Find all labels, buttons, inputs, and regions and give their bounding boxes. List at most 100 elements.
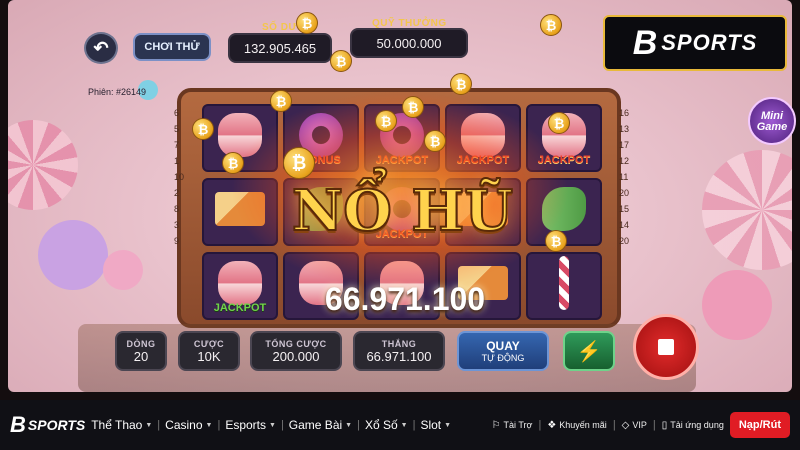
nav-item-label: Casino (165, 418, 203, 432)
jackpot-win-title: NỔ HŨ (291, 177, 514, 245)
lines-selector[interactable]: DÒNG 20 (115, 331, 167, 371)
footer-logo-mark: B (10, 412, 26, 437)
footer-logo-text: SPORTS (27, 417, 86, 433)
download-app-label: Tải ứng dụng (670, 420, 724, 430)
lines-value: 20 (133, 348, 149, 364)
session-id: Phiên: #26149 (88, 87, 147, 97)
bitcoin-coin-icon: ₿ (283, 147, 315, 179)
payline-right-number: 20 (619, 236, 630, 246)
nav-item[interactable]: Esports ▼ (225, 418, 276, 432)
nav-item[interactable]: Slot ▼ (420, 418, 451, 432)
brand-logo-text: SPORTS (661, 30, 758, 55)
payline-left-number: 9 (174, 236, 180, 246)
lines-label: DÒNG (126, 338, 156, 349)
payline-left-number: 8 (174, 204, 180, 214)
auto-spin-sublabel: TỰ ĐỘNG (481, 353, 525, 363)
bitcoin-coin-icon: ₿ (330, 50, 352, 72)
arrow-left-icon: ↶ (93, 37, 109, 58)
chevron-down-icon: ▼ (400, 421, 408, 429)
bitcoin-coin-icon: ₿ (545, 230, 567, 252)
badge-icon: ⚐ (491, 419, 501, 431)
win-label: THẮNG (381, 338, 417, 349)
bet-label: CƯỢC (193, 338, 225, 349)
diamond-icon: ◇ (621, 419, 630, 431)
payline-left-number: 3 (174, 220, 180, 230)
vip-link[interactable]: ◇ VIP (622, 420, 647, 431)
promotion-label: Khuyến mãi (559, 420, 607, 430)
mini-game-button[interactable]: Mini Game (748, 97, 796, 145)
divider: | (652, 419, 656, 431)
main-nav: Thể Thao ▼ | Casino ▼ | Esports ▼ | Game Bài ▼ | Xổ … (91, 418, 451, 432)
payline-left-number: 10 (174, 172, 185, 182)
bitcoin-coin-icon: ₿ (548, 112, 570, 134)
bet-value: 10K (197, 348, 221, 364)
payline-right-number: 12 (619, 156, 630, 166)
deposit-withdraw-button[interactable]: Nạp/Rút (729, 412, 790, 438)
turbo-button[interactable]: ⚡ (563, 331, 615, 371)
divider: | (357, 419, 360, 431)
bet-selector[interactable]: CƯỢC 10K (178, 331, 240, 371)
download-app-link[interactable]: ▯ Tải ứng dụng (662, 420, 724, 431)
jackpot-value: 50.000.000 (350, 28, 468, 58)
trial-play-button[interactable]: CHƠI THỬ (133, 33, 211, 61)
payline-right-number: 13 (619, 124, 630, 134)
payline-left-number: 7 (174, 140, 180, 150)
balance-label: SỐ DƯ (262, 22, 298, 33)
lollipop-symbol-icon (559, 255, 569, 310)
bitcoin-coin-icon: ₿ (424, 130, 446, 152)
chevron-down-icon: ▼ (145, 421, 153, 429)
bitcoin-coin-icon: ₿ (540, 14, 562, 36)
back-button[interactable]: ↶ (84, 32, 118, 64)
payline-right-number: 20 (619, 188, 630, 198)
nav-item[interactable]: Casino ▼ (165, 418, 212, 432)
chevron-down-icon: ▼ (269, 421, 276, 429)
sponsor-label: Tài Trợ (503, 420, 533, 430)
stop-icon (658, 339, 674, 355)
promotion-link[interactable]: ❖ Khuyến mãi (547, 420, 607, 431)
payline-left-number: 1 (174, 156, 180, 166)
reel-cell (526, 252, 602, 320)
payline-left-number: 2 (174, 188, 180, 198)
divider: | (538, 419, 542, 431)
bitcoin-coin-icon: ₿ (270, 90, 292, 112)
stop-spin-button[interactable] (633, 314, 699, 380)
divider: | (612, 419, 616, 431)
nav-item[interactable]: Thể Thao ▼ (91, 418, 152, 432)
divider: | (412, 419, 416, 431)
macaron-symbol-icon (218, 260, 262, 305)
brand-logo-mark: B (632, 23, 658, 62)
lollipop-decoration (702, 150, 792, 270)
vip-label: VIP (632, 420, 647, 430)
nav-item-label: Slot (420, 418, 442, 432)
nav-item[interactable]: Game Bài ▼ (289, 418, 352, 432)
chevron-down-icon: ▼ (345, 421, 353, 429)
payline-right-number: 14 (619, 220, 630, 230)
candy-ball-decoration (702, 270, 772, 340)
sponsor-link[interactable]: ⚐ Tài Trợ (492, 420, 533, 431)
nav-item-label: Esports (225, 418, 266, 432)
lollipop-decoration (8, 120, 78, 210)
candy-ball-decoration (103, 250, 143, 290)
win-value: 66.971.100 (366, 348, 432, 364)
bitcoin-coin-icon: ₿ (450, 73, 472, 95)
auto-spin-button[interactable]: QUAY TỰ ĐỘNG (457, 331, 549, 371)
bitcoin-coin-icon: ₿ (296, 12, 318, 34)
payline-left-number: 5 (174, 124, 180, 134)
footer-logo[interactable]: B SPORTS (10, 412, 85, 438)
utility-nav: ⚐ Tài Trợ | ❖ Khuyến mãi | ◇ VIP | ▯ Tải ứng… (492, 412, 790, 438)
gift-icon: ❖ (547, 419, 557, 431)
nav-item[interactable]: Xổ Số ▼ (365, 418, 408, 432)
total-bet-label: TỔNG CƯỢC (265, 338, 327, 349)
candy-ball-decoration (38, 220, 108, 290)
payline-right-number: 17 (619, 140, 630, 150)
payline-right-number: 11 (619, 172, 629, 182)
total-bet-value: 200.000 (272, 348, 320, 364)
divider: | (157, 419, 161, 431)
payline-right-number: 16 (619, 108, 630, 118)
phone-icon: ▯ (661, 419, 668, 431)
auto-spin-label: QUAY (486, 339, 520, 353)
payline-right-number: 15 (619, 204, 630, 214)
nav-item-label: Game Bài (288, 418, 343, 432)
divider: | (280, 419, 284, 431)
balance-value: 132.905.465 (228, 33, 332, 63)
